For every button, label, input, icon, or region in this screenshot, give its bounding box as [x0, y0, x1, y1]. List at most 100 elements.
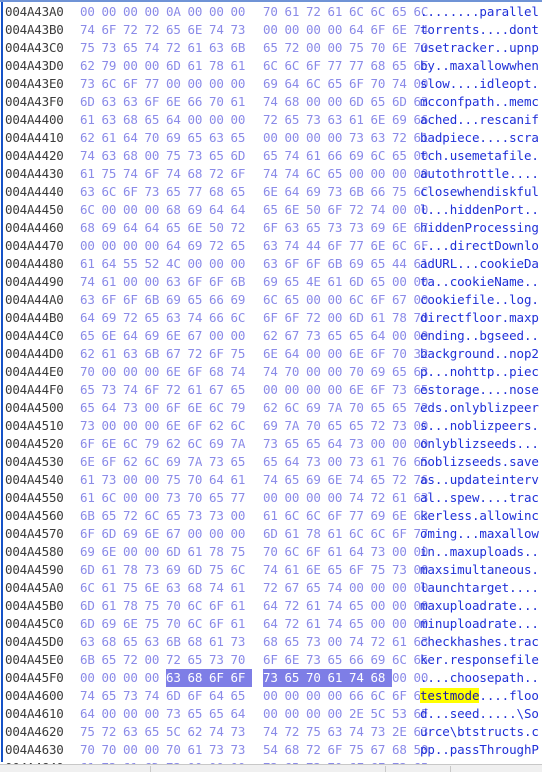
hex-byte[interactable]: 6C — [188, 615, 210, 633]
hex-byte[interactable]: 6F — [145, 93, 167, 111]
hex-bytes[interactable]: 61 6C 00 00 73 70 65 77 00 00 00 00 74 72 61 63 — [74, 489, 428, 507]
hex-byte[interactable]: 00 — [231, 255, 253, 273]
hex-byte[interactable]: 6D — [231, 147, 253, 165]
hex-byte[interactable]: 6C — [231, 561, 253, 579]
hex-byte[interactable]: 72 — [392, 471, 414, 489]
hex-byte[interactable]: 6D — [166, 57, 188, 75]
hex-byte[interactable]: 62 — [209, 417, 231, 435]
hex-byte[interactable]: 64 — [328, 435, 350, 453]
hex-byte[interactable]: 78 — [392, 309, 414, 327]
hex-row[interactable]: 004A44B0 64 69 72 65 63 74 66 6C 6F 6F 72 00 6D 61 78 70… — [0, 309, 542, 327]
hex-bytes[interactable]: 6E 6F 62 6C 69 7A 73 65 65 64 73 00 73 61 76 65 — [74, 453, 428, 471]
ascii-text[interactable]: oming...maxallow — [414, 525, 542, 543]
hex-byte[interactable]: 65 — [306, 579, 328, 597]
hex-byte[interactable]: 62 — [80, 57, 102, 75]
hex-byte[interactable]: 00 — [392, 435, 414, 453]
hex-byte[interactable]: 6C — [285, 507, 307, 525]
hex-byte[interactable]: 7A — [328, 399, 350, 417]
hex-byte[interactable]: 00 — [392, 327, 414, 345]
hex-byte[interactable]: 0A — [166, 3, 188, 21]
hex-row[interactable]: 004A4530 6E 6F 62 6C 69 7A 73 65 65 64 73 00 73 61 76 65… — [0, 453, 542, 471]
hex-byte[interactable]: 72 — [209, 165, 231, 183]
hex-byte[interactable]: 61 — [80, 471, 102, 489]
hex-byte[interactable]: 68 — [392, 741, 414, 759]
hex-byte[interactable]: 61 — [306, 597, 328, 615]
hex-byte[interactable]: 69 — [306, 471, 328, 489]
hex-byte[interactable]: 75 — [166, 471, 188, 489]
hex-byte[interactable]: 6C — [102, 489, 124, 507]
hex-byte[interactable]: 00 — [123, 201, 145, 219]
hex-byte[interactable]: 00 — [102, 705, 124, 723]
hex-byte[interactable]: 65 — [166, 219, 188, 237]
hex-byte[interactable]: 00 — [263, 129, 285, 147]
hex-byte[interactable]: 77 — [231, 489, 253, 507]
hex-byte[interactable]: 00 — [231, 111, 253, 129]
hex-byte[interactable]: 69 — [306, 399, 328, 417]
ascii-text[interactable]: ached...rescanif — [414, 111, 542, 129]
hex-byte[interactable]: 65 — [349, 417, 371, 435]
hex-byte[interactable]: 69 — [166, 129, 188, 147]
hex-byte[interactable]: 68 — [209, 363, 231, 381]
hex-row[interactable]: 004A4430 61 75 74 6F 74 68 72 6F 74 74 6C 65 00 00 00 00… — [0, 165, 542, 183]
hex-byte[interactable]: 6E — [166, 363, 188, 381]
hex-byte[interactable]: 00 — [328, 291, 350, 309]
hex-byte[interactable]: 72 — [349, 201, 371, 219]
hex-byte[interactable]: 00 — [231, 3, 253, 21]
hex-bytes[interactable]: 00 00 00 00 63 68 6F 6F 73 65 70 61 74 68 00 00 — [74, 669, 428, 687]
hex-byte[interactable]: 6F — [306, 543, 328, 561]
hex-byte[interactable]: 6D — [349, 273, 371, 291]
hex-byte[interactable]: 72 — [306, 3, 328, 21]
hex-byte[interactable]: 70 — [145, 129, 167, 147]
hex-byte[interactable]: 63 — [285, 219, 307, 237]
hex-byte[interactable]: 75 — [166, 147, 188, 165]
hex-byte[interactable]: 00 — [306, 291, 328, 309]
hex-byte[interactable]: 63 — [166, 309, 188, 327]
hex-byte[interactable]: 6E — [188, 219, 210, 237]
hex-byte[interactable]: 00 — [285, 129, 307, 147]
hex-byte[interactable]: 65 — [285, 291, 307, 309]
hex-byte[interactable]: 65 — [392, 147, 414, 165]
ascii-text[interactable]: minuploadrate... — [414, 615, 542, 633]
hex-byte[interactable]: 61 — [188, 543, 210, 561]
hex-byte[interactable]: 72 — [306, 309, 328, 327]
hex-byte[interactable]: 6C — [231, 309, 253, 327]
hex-byte[interactable]: 66 — [349, 651, 371, 669]
hex-byte[interactable]: 4E — [306, 273, 328, 291]
hex-byte[interactable]: 6C — [349, 525, 371, 543]
ascii-text[interactable]: onlyblizseeds... — [414, 435, 542, 453]
hex-byte[interactable]: 63 — [209, 39, 231, 57]
hex-byte[interactable]: 74 — [285, 165, 307, 183]
hex-byte[interactable]: 68 — [263, 633, 285, 651]
hex-byte[interactable]: 72 — [231, 219, 253, 237]
hex-byte[interactable]: 75 — [371, 561, 393, 579]
hex-bytes[interactable]: 73 6C 6F 77 00 00 00 00 69 64 6C 65 6F 70 74 00 — [74, 75, 428, 93]
hex-byte[interactable]: 61 — [188, 39, 210, 57]
hex-byte[interactable]: 73 — [306, 111, 328, 129]
hex-byte[interactable]: 70 — [263, 543, 285, 561]
hex-byte[interactable]: 00 — [371, 165, 393, 183]
hex-byte[interactable]: 6E — [328, 471, 350, 489]
hex-byte[interactable]: 00 — [392, 273, 414, 291]
hex-byte[interactable]: 00 — [123, 705, 145, 723]
hex-byte[interactable]: 00 — [123, 741, 145, 759]
hex-byte[interactable]: 61 — [80, 489, 102, 507]
hex-byte[interactable]: 75 — [349, 741, 371, 759]
hex-byte[interactable]: 65 — [263, 201, 285, 219]
hex-byte[interactable]: 65 — [349, 597, 371, 615]
hex-byte[interactable]: 00 — [328, 705, 350, 723]
hex-byte[interactable]: 6D — [102, 525, 124, 543]
hex-byte[interactable]: 6B — [80, 651, 102, 669]
hex-byte[interactable]: 00 — [371, 435, 393, 453]
hex-byte[interactable]: 77 — [349, 507, 371, 525]
hex-byte[interactable]: 74 — [328, 597, 350, 615]
hex-row[interactable]: 004A4410 62 61 64 70 69 65 63 65 00 00 00 00 73 63 72 61… — [0, 129, 542, 147]
hex-byte[interactable]: 6C — [285, 57, 307, 75]
hex-byte[interactable]: 72 — [123, 309, 145, 327]
hex-byte[interactable]: 6F — [263, 219, 285, 237]
hex-byte[interactable]: 7A — [231, 435, 253, 453]
hex-byte[interactable]: 73 — [306, 327, 328, 345]
hex-byte[interactable]: 6C — [349, 3, 371, 21]
hex-byte[interactable]: 63 — [166, 669, 188, 687]
hex-byte[interactable]: 00 — [263, 489, 285, 507]
hex-byte[interactable]: 73 — [263, 435, 285, 453]
